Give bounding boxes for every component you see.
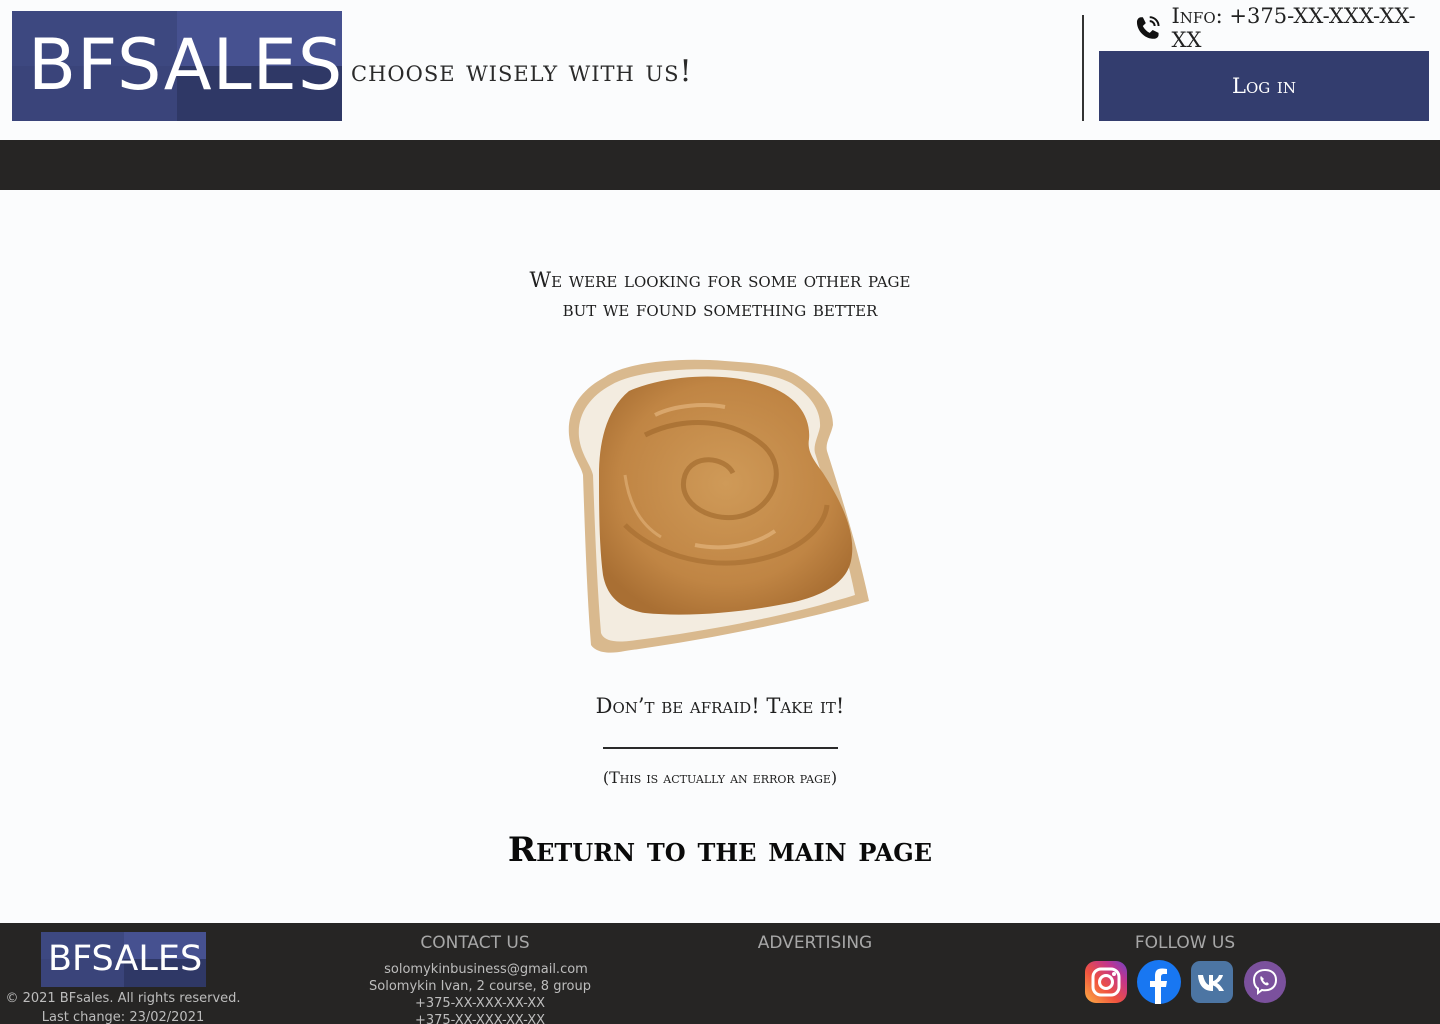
contact-phone[interactable]: +375-XX-XXX-XX-XX	[330, 995, 630, 1012]
phone-text: Info: +375-XX-XXX-XX-XX	[1171, 4, 1416, 52]
header: BFSALES choose wisely with us! Info: +37…	[0, 0, 1440, 140]
error-message: We were looking for some other page but …	[420, 266, 1020, 324]
tagline: choose wisely with us!	[351, 54, 693, 89]
advertising-title[interactable]: ADVERTISING	[720, 933, 910, 953]
message-line: We were looking for some other page	[529, 268, 911, 292]
take-it-text: Don’t be afraid! Take it!	[595, 694, 845, 718]
footer-logo[interactable]: BFSALES	[41, 932, 206, 987]
footer-copyright: © 2021 BFsales. All rights reserved. Las…	[0, 989, 246, 1024]
contact-name: Solomykin Ivan, 2 course, 8 group	[369, 979, 591, 994]
peanut-butter-toast-image	[568, 359, 869, 653]
facebook-icon[interactable]	[1136, 959, 1182, 1005]
error-note: (This is actually an error page)	[602, 768, 838, 787]
footer: BFSALES © 2021 BFsales. All rights reser…	[0, 923, 1440, 1024]
footer-logo-text: BFSALES	[48, 939, 203, 979]
instagram-icon[interactable]	[1084, 960, 1128, 1004]
return-main-page-link[interactable]: Return to the main page	[420, 830, 1020, 870]
header-divider	[1082, 15, 1084, 121]
message-line: but we found something better	[562, 297, 878, 321]
logo-text: BFSALES	[28, 24, 342, 106]
vk-icon[interactable]	[1190, 960, 1234, 1004]
contact-email[interactable]: solomykinbusiness@gmail.com	[342, 961, 630, 978]
contact-info: solomykinbusiness@gmail.com Solomykin Iv…	[330, 961, 630, 1024]
login-button[interactable]: Log in	[1099, 51, 1429, 121]
viber-icon[interactable]	[1243, 960, 1287, 1004]
phone-info: Info: +375-XX-XXX-XX-XX	[1134, 4, 1440, 52]
copyright-text: © 2021 BFsales. All rights reserved.	[5, 991, 241, 1006]
contact-phone[interactable]: +375-XX-XXX-XX-XX	[330, 1012, 630, 1024]
last-change-text: Last change: 23/02/2021	[41, 1010, 205, 1024]
nav-bar	[0, 140, 1440, 190]
phone-icon	[1136, 16, 1160, 39]
contact-title: CONTACT US	[420, 933, 530, 953]
brand-logo[interactable]: BFSALES	[12, 11, 342, 121]
follow-title: FOLLOW US	[1134, 933, 1236, 953]
divider	[603, 747, 838, 749]
